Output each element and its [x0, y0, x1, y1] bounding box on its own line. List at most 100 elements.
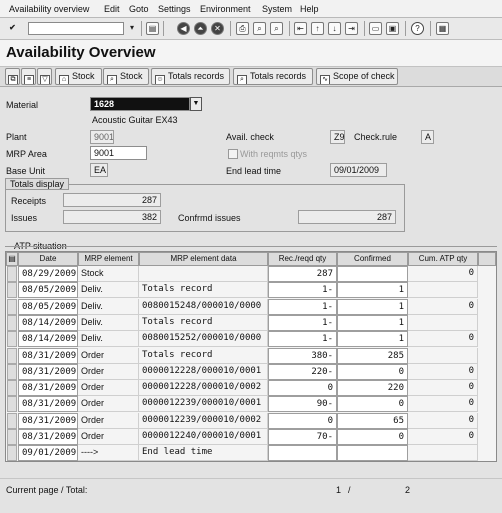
cell-rec-reqd-qty[interactable]: 0 — [268, 413, 337, 429]
find-next-icon[interactable]: ⌕ — [270, 22, 283, 35]
cell-rec-reqd-qty[interactable] — [268, 445, 337, 461]
cell-confirmed[interactable]: 1 — [337, 299, 408, 315]
column-header-mrp-element-data[interactable]: MRP element data — [139, 252, 268, 266]
first-page-icon[interactable]: ⇤ — [294, 22, 307, 35]
shortcut-icon[interactable]: ▣ — [386, 22, 399, 35]
cell-rec-reqd-qty[interactable]: 220- — [268, 364, 337, 380]
command-dropdown-icon[interactable]: ▾ — [127, 22, 137, 35]
cell-mrp-element-data: 0000012240/000010/0001 — [139, 429, 268, 445]
cell-confirmed[interactable] — [337, 266, 408, 282]
menu-help[interactable]: Help — [300, 4, 319, 14]
new-session-icon[interactable]: ▭ — [369, 22, 382, 35]
totals-records-search-button[interactable]: ⌕ Totals records — [233, 68, 313, 85]
row-selector[interactable] — [7, 429, 17, 445]
cell-confirmed[interactable] — [337, 445, 408, 461]
cell-mrp-element: Deliv. — [78, 315, 139, 331]
back-icon[interactable]: ◀ — [177, 22, 190, 35]
cancel-icon[interactable]: ✕ — [211, 22, 224, 35]
cell-rec-reqd-qty[interactable]: 90- — [268, 396, 337, 412]
cell-mrp-element-data: 0080015248/000010/0000 — [139, 299, 268, 315]
totals-display-group — [5, 184, 405, 232]
cell-confirmed[interactable]: 0 — [337, 364, 408, 380]
mrp-area-input[interactable]: 9001 — [90, 146, 147, 160]
cell-date[interactable]: 08/31/2009 — [18, 380, 78, 396]
stock-button[interactable]: ⌂ Stock — [55, 68, 102, 85]
cell-rec-reqd-qty[interactable]: 1- — [268, 299, 337, 315]
enter-icon[interactable]: ✔ — [6, 22, 19, 35]
cell-confirmed[interactable]: 1 — [337, 331, 408, 347]
cell-confirmed[interactable]: 1 — [337, 315, 408, 331]
column-header-date[interactable]: Date — [18, 252, 78, 266]
cell-date[interactable]: 08/14/2009 — [18, 315, 78, 331]
next-page-icon[interactable]: ↓ — [328, 22, 341, 35]
stock-search-button[interactable]: ⌕ Stock — [103, 68, 149, 85]
cell-date[interactable]: 08/29/2009 — [18, 266, 78, 282]
cell-confirmed[interactable]: 65 — [337, 413, 408, 429]
list-icon-button[interactable]: ≡ — [21, 68, 36, 85]
cell-rec-reqd-qty[interactable]: 1- — [268, 282, 337, 298]
menu-edit[interactable]: Edit — [104, 4, 120, 14]
list-icon: ≡ — [24, 75, 34, 84]
cell-date[interactable]: 09/01/2009 — [18, 445, 78, 461]
help-icon[interactable]: ? — [411, 22, 424, 35]
material-dropdown-icon[interactable]: ▼ — [190, 97, 202, 111]
atp-table-body: 08/29/2009 Stock 287 0 08/05/2009 Deliv. Total… — [6, 266, 496, 461]
cell-date[interactable]: 08/31/2009 — [18, 348, 78, 364]
row-selector[interactable] — [7, 413, 17, 429]
menu-settings[interactable]: Settings — [158, 4, 191, 14]
column-header-cum-atp-qty[interactable]: Cum. ATP qty — [408, 252, 478, 266]
print-icon[interactable]: ⎙ — [236, 22, 249, 35]
display-icon-button[interactable]: ⧉ — [5, 68, 20, 85]
row-selector[interactable] — [7, 348, 17, 364]
cell-date[interactable]: 08/31/2009 — [18, 429, 78, 445]
cell-date[interactable]: 08/31/2009 — [18, 413, 78, 429]
row-selector[interactable] — [7, 331, 17, 347]
cell-confirmed[interactable]: 220 — [337, 380, 408, 396]
cell-confirmed[interactable]: 0 — [337, 429, 408, 445]
scope-of-check-button[interactable]: ∿ Scope of check — [316, 68, 398, 85]
menu-goto[interactable]: Goto — [129, 4, 149, 14]
cell-mrp-element: Order — [78, 364, 139, 380]
previous-page-icon[interactable]: ↑ — [311, 22, 324, 35]
column-header-confirmed[interactable]: Confirmed — [337, 252, 408, 266]
row-selector[interactable] — [7, 380, 17, 396]
cell-rec-reqd-qty[interactable]: 70- — [268, 429, 337, 445]
totals-records-button[interactable]: ☺ Totals records — [151, 68, 230, 85]
cell-date[interactable]: 08/31/2009 — [18, 396, 78, 412]
cell-confirmed[interactable]: 1 — [337, 282, 408, 298]
exit-icon[interactable]: ⏶ — [194, 22, 207, 35]
cell-rec-reqd-qty[interactable]: 1- — [268, 315, 337, 331]
row-selector[interactable] — [7, 282, 17, 298]
cell-rec-reqd-qty[interactable]: 380- — [268, 348, 337, 364]
column-header-rec-reqd-qty[interactable]: Rec./reqd qty — [268, 252, 337, 266]
cell-rec-reqd-qty[interactable]: 0 — [268, 380, 337, 396]
cell-date[interactable]: 08/31/2009 — [18, 364, 78, 380]
menu-environment[interactable]: Environment — [200, 4, 251, 14]
cell-date[interactable]: 08/14/2009 — [18, 331, 78, 347]
row-selector[interactable] — [7, 445, 17, 461]
table-settings-icon[interactable]: ▤ — [6, 252, 18, 266]
cell-rec-reqd-qty[interactable]: 1- — [268, 331, 337, 347]
save-icon[interactable]: ▤ — [146, 22, 159, 35]
cell-confirmed[interactable]: 285 — [337, 348, 408, 364]
row-selector[interactable] — [7, 315, 17, 331]
find-icon[interactable]: ⌕ — [253, 22, 266, 35]
with-reqmts-checkbox[interactable] — [228, 149, 238, 159]
material-input[interactable]: 1628 — [90, 97, 190, 111]
menu-availability-overview[interactable]: Availability overview — [9, 4, 89, 14]
row-selector[interactable] — [7, 266, 17, 282]
row-selector[interactable] — [7, 364, 17, 380]
last-page-icon[interactable]: ⇥ — [345, 22, 358, 35]
cell-date[interactable]: 08/05/2009 — [18, 299, 78, 315]
row-selector[interactable] — [7, 396, 17, 412]
cell-date[interactable]: 08/05/2009 — [18, 282, 78, 298]
cell-rec-reqd-qty[interactable]: 287 — [268, 266, 337, 282]
cell-cum-atp-qty: 0 — [408, 266, 478, 282]
layout-icon[interactable]: ▦ — [436, 22, 449, 35]
command-field[interactable] — [28, 22, 124, 35]
cell-confirmed[interactable]: 0 — [337, 396, 408, 412]
row-selector[interactable] — [7, 299, 17, 315]
column-header-mrp-element[interactable]: MRP element — [78, 252, 139, 266]
filter-icon-button[interactable]: ▽ — [37, 68, 52, 85]
menu-system[interactable]: System — [262, 4, 292, 14]
